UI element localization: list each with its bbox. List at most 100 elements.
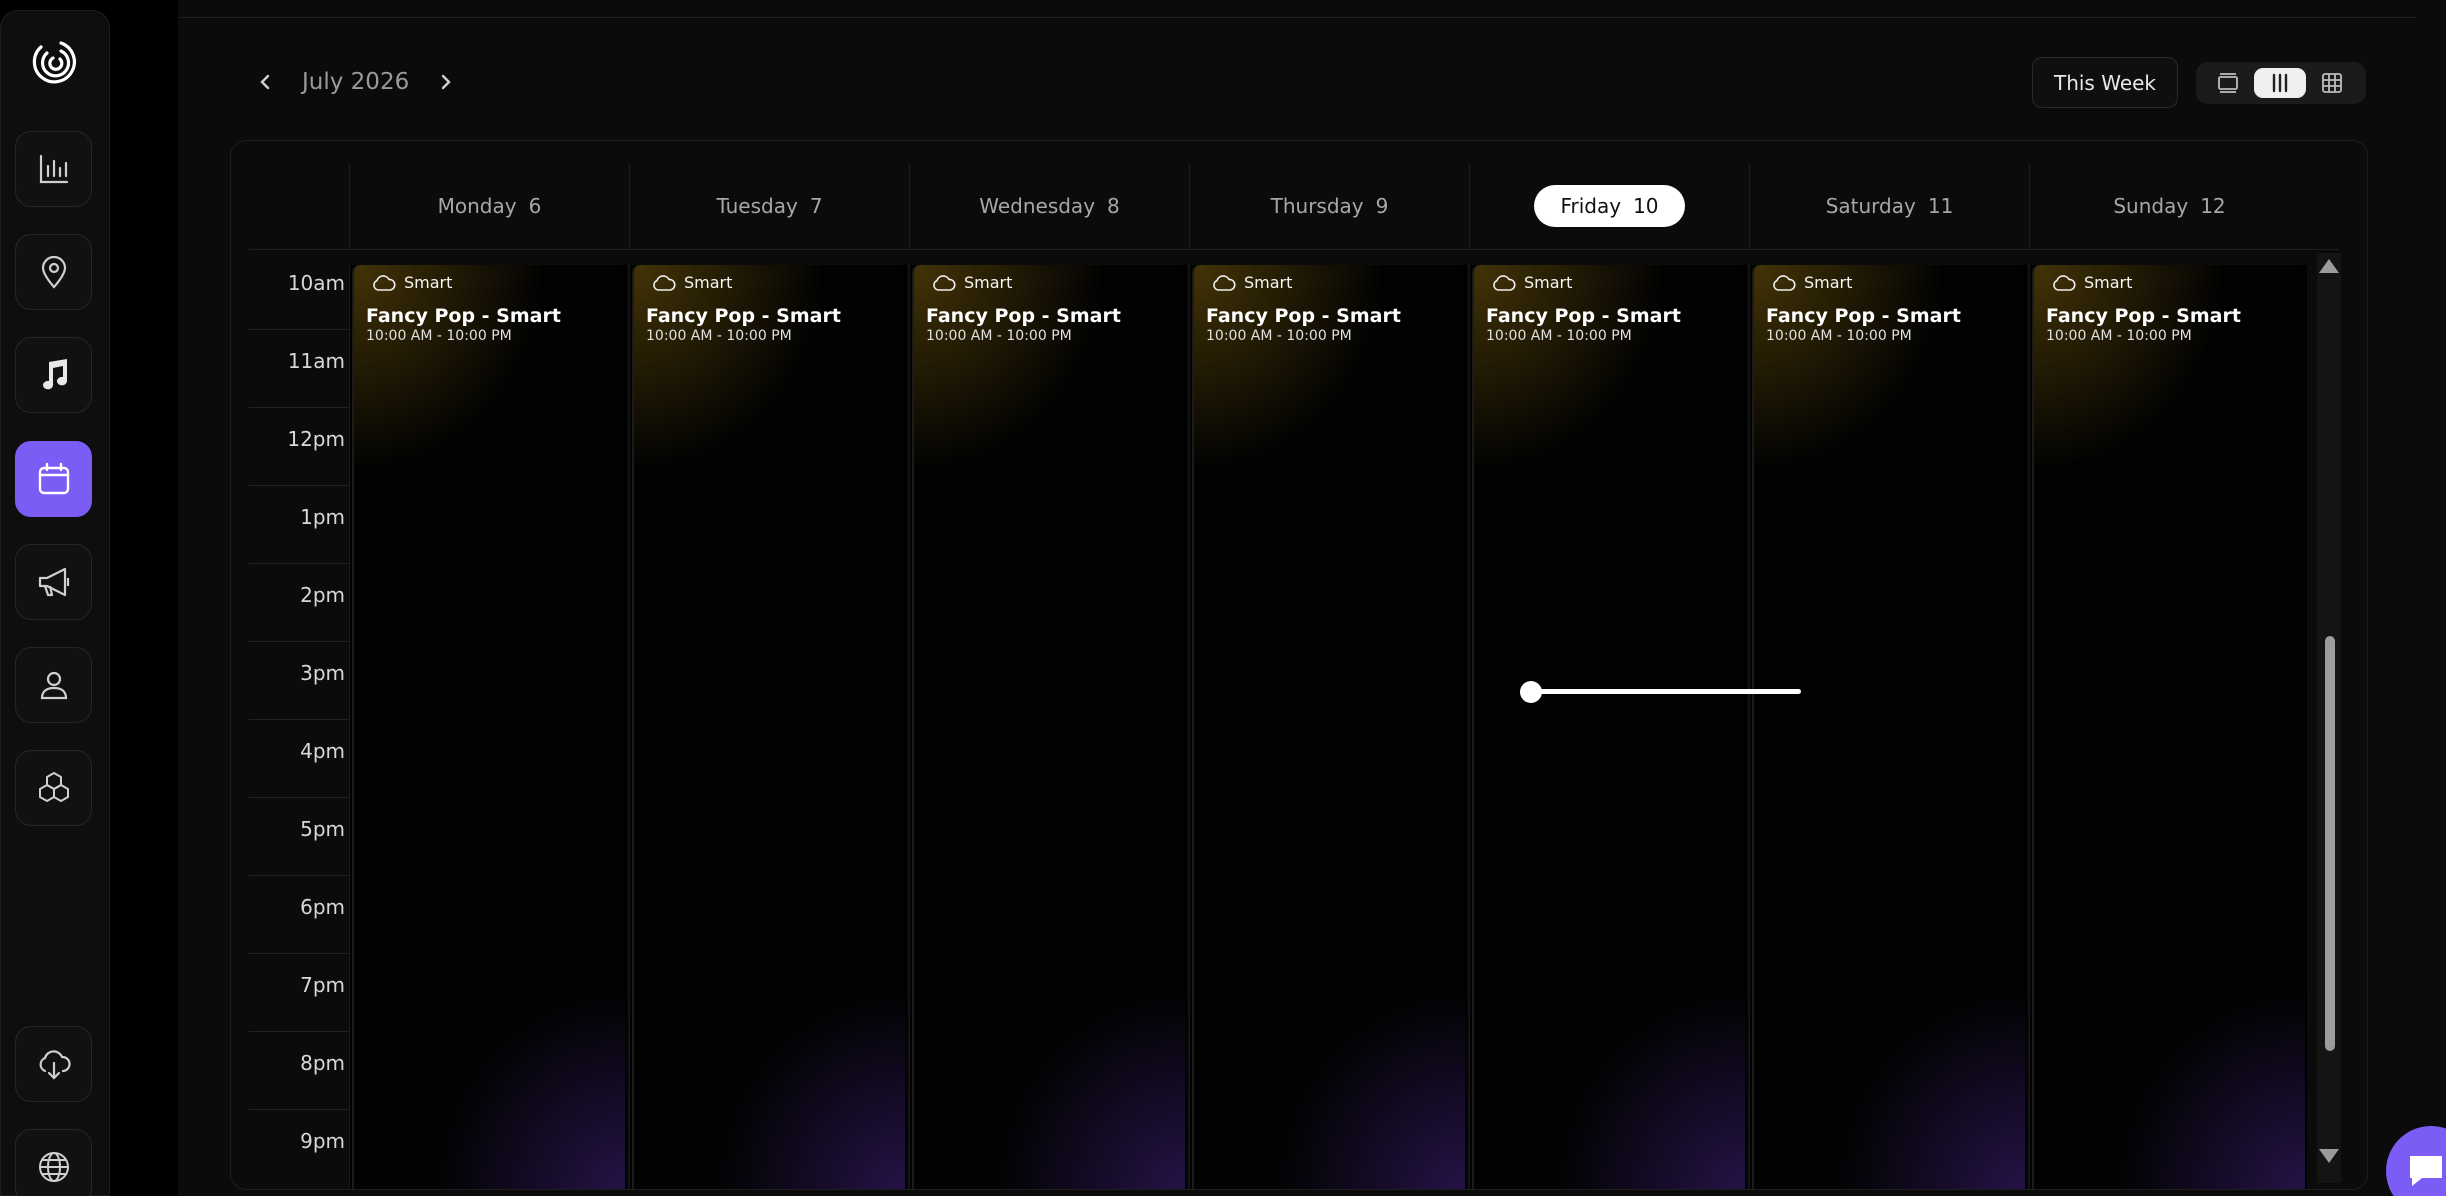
hour-label: 4pm <box>300 739 345 763</box>
day-name: Saturday <box>1825 194 1916 218</box>
megaphone-icon <box>38 567 69 597</box>
day-column[interactable]: Smart Fancy Pop - Smart 10:00 AM - 10:00 P… <box>909 265 1187 1189</box>
day-number: 11 <box>1927 194 1954 218</box>
month-navigation: July 2026 <box>248 62 463 102</box>
day-header[interactable]: Tuesday 7 <box>629 163 909 249</box>
current-time-indicator <box>1531 689 1801 694</box>
day-header[interactable]: Thursday 9 <box>1189 163 1469 249</box>
cloud-icon <box>653 274 676 291</box>
day-column[interactable]: Smart Fancy Pop - Smart 10:00 AM - 10:00 P… <box>629 265 907 1189</box>
event-card[interactable]: Smart Fancy Pop - Smart 10:00 AM - 10:00 P… <box>632 265 905 1189</box>
event-card[interactable]: Smart Fancy Pop - Smart 10:00 AM - 10:00 P… <box>2032 265 2305 1189</box>
hour-divider <box>249 875 349 876</box>
location-pin-icon <box>41 255 66 289</box>
today-day-pill[interactable]: Friday 10 <box>1534 185 1685 227</box>
day-column[interactable]: Smart Fancy Pop - Smart 10:00 AM - 10:00 P… <box>1189 265 1467 1189</box>
hour-label: 6pm <box>300 895 345 919</box>
event-title: Fancy Pop - Smart <box>1486 305 1681 327</box>
event-time: 10:00 AM - 10:00 PM <box>366 328 512 344</box>
scroll-down-arrow-icon[interactable] <box>2319 1149 2339 1163</box>
sidebar-item-announcements[interactable] <box>15 544 92 620</box>
sidebar-item-music[interactable] <box>15 337 92 413</box>
event-tag: Smart <box>1492 273 1572 292</box>
day-name: Tuesday <box>716 194 798 218</box>
day-column[interactable]: Smart Fancy Pop - Smart 10:00 AM - 10:00 P… <box>1749 265 2027 1189</box>
week-view-icon <box>2272 73 2288 93</box>
event-title: Fancy Pop - Smart <box>1766 305 1961 327</box>
hour-divider <box>249 1031 349 1032</box>
chat-icon <box>2410 1156 2442 1186</box>
hour-label: 8pm <box>300 1051 345 1075</box>
cubes-icon <box>38 772 69 802</box>
day-number: 12 <box>2200 194 2226 218</box>
day-name: Monday <box>437 194 517 218</box>
chevron-left-icon <box>260 74 270 90</box>
chevron-right-icon <box>442 74 451 90</box>
month-view-button[interactable] <box>2306 68 2358 98</box>
week-view-button[interactable] <box>2254 68 2306 98</box>
sidebar-item-language[interactable] <box>15 1129 92 1196</box>
event-card[interactable]: Smart Fancy Pop - Smart 10:00 AM - 10:00 P… <box>1192 265 1465 1189</box>
event-title: Fancy Pop - Smart <box>926 305 1121 327</box>
hour-label: 12pm <box>287 427 345 451</box>
top-divider <box>178 17 2416 18</box>
app-logo-icon[interactable] <box>27 35 83 91</box>
hour-divider <box>249 797 349 798</box>
cloud-icon <box>2053 274 2076 291</box>
sidebar-item-download[interactable] <box>15 1026 92 1102</box>
hour-divider <box>249 641 349 642</box>
event-time: 10:00 AM - 10:00 PM <box>1206 328 1352 344</box>
event-time: 10:00 AM - 10:00 PM <box>926 328 1072 344</box>
sidebar-item-users[interactable] <box>15 647 92 723</box>
day-number: 7 <box>809 194 823 218</box>
day-view-icon <box>2218 73 2238 93</box>
month-grid-icon <box>2322 73 2342 93</box>
hour-label: 5pm <box>300 817 345 841</box>
day-number: 9 <box>1375 194 1389 218</box>
next-month-button[interactable] <box>429 65 463 99</box>
sidebar-item-locations[interactable] <box>15 234 92 310</box>
day-number: 6 <box>528 194 542 218</box>
cloud-icon <box>1773 274 1796 291</box>
day-column[interactable]: Smart Fancy Pop - Smart 10:00 AM - 10:00 P… <box>349 265 627 1189</box>
hour-divider <box>249 329 349 330</box>
sidebar-item-analytics[interactable] <box>15 131 92 207</box>
day-name: Friday <box>1560 194 1622 218</box>
day-header[interactable]: Sunday 12 <box>2029 163 2309 249</box>
event-tag-label: Smart <box>404 273 453 292</box>
event-time: 10:00 AM - 10:00 PM <box>1766 328 1912 344</box>
day-column[interactable]: Smart Fancy Pop - Smart 10:00 AM - 10:00 P… <box>2029 265 2307 1189</box>
hour-label: 11am <box>287 349 345 373</box>
event-time: 10:00 AM - 10:00 PM <box>1486 328 1632 344</box>
event-card[interactable]: Smart Fancy Pop - Smart 10:00 AM - 10:00 P… <box>1752 265 2025 1189</box>
day-column[interactable]: Smart Fancy Pop - Smart 10:00 AM - 10:00 P… <box>1469 265 1747 1189</box>
day-name: Sunday <box>2113 194 2189 218</box>
event-tag-label: Smart <box>2084 273 2133 292</box>
event-card[interactable]: Smart Fancy Pop - Smart 10:00 AM - 10:00 P… <box>1472 265 1745 1189</box>
day-header[interactable]: Monday 6 <box>349 163 629 249</box>
event-card[interactable]: Smart Fancy Pop - Smart 10:00 AM - 10:00 P… <box>352 265 625 1189</box>
event-tag-label: Smart <box>684 273 733 292</box>
this-week-button[interactable]: This Week <box>2032 57 2178 108</box>
sidebar <box>0 10 110 1196</box>
day-number: 10 <box>1633 194 1659 218</box>
week-calendar: Smart Fancy Pop - Smart 10:00 AM - 10:00 P… <box>230 140 2368 1190</box>
day-header[interactable]: Friday 10 <box>1469 163 1749 249</box>
event-tag: Smart <box>652 273 732 292</box>
sidebar-item-integrations[interactable] <box>15 750 92 826</box>
cloud-download-icon <box>39 1050 71 1080</box>
event-tag-label: Smart <box>964 273 1013 292</box>
sidebar-item-schedule[interactable] <box>15 441 92 517</box>
music-note-icon <box>42 359 67 390</box>
previous-month-button[interactable] <box>248 65 282 99</box>
day-header[interactable]: Wednesday 8 <box>909 163 1189 249</box>
day-view-button[interactable] <box>2202 68 2254 98</box>
calendar-scrollbar-thumb[interactable] <box>2325 636 2335 1051</box>
day-header[interactable]: Saturday 11 <box>1749 163 2029 249</box>
event-card[interactable]: Smart Fancy Pop - Smart 10:00 AM - 10:00 P… <box>912 265 1185 1189</box>
cloud-icon <box>933 274 956 291</box>
cloud-icon <box>373 274 396 291</box>
hour-divider <box>249 563 349 564</box>
hour-label: 3pm <box>300 661 345 685</box>
scroll-up-arrow-icon[interactable] <box>2319 259 2339 273</box>
